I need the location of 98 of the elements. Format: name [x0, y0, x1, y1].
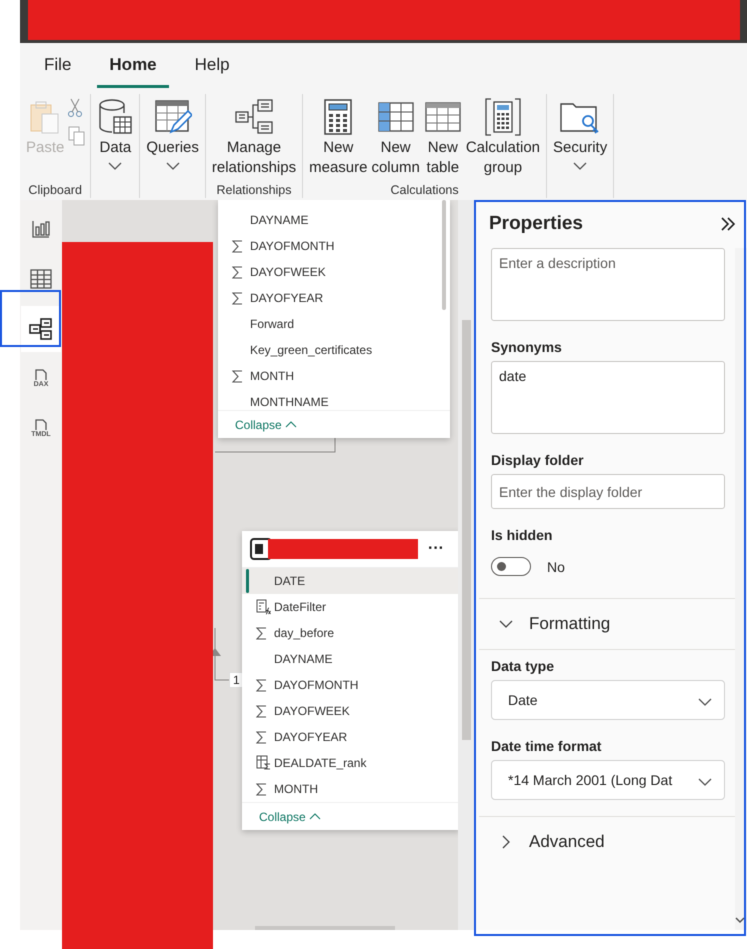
field-name: DAYOFWEEK [274, 704, 350, 718]
caret-icon [573, 162, 588, 170]
field-row[interactable]: Forward [218, 311, 450, 337]
calculator-function-icon [256, 599, 271, 615]
section-header[interactable]: Advanced [479, 817, 735, 867]
field-row[interactable]: MONTH [242, 776, 460, 802]
collapse-panel-icon[interactable] [721, 217, 735, 231]
group-label: Calculations [390, 183, 459, 198]
field-name: DAYNAME [250, 213, 308, 227]
scroll-down-icon[interactable] [735, 917, 745, 924]
collapse-link[interactable]: Collapse [235, 418, 297, 432]
group-label: Clipboard [28, 183, 82, 198]
table-icon [424, 100, 462, 134]
sigma-icon [256, 704, 267, 718]
field-row[interactable]: day_before [242, 620, 460, 646]
horizontal-scrollbar[interactable] [255, 926, 395, 930]
highlight-outline [0, 290, 61, 347]
field-name: DAYOFYEAR [250, 291, 324, 305]
field-name: DATE [274, 574, 306, 588]
ribbon-button[interactable]: New measure [307, 94, 370, 183]
ribbon-button[interactable]: New column [369, 94, 422, 183]
collapse-link[interactable]: Collapse [259, 810, 321, 824]
field-row[interactable]: MONTH [218, 363, 450, 389]
dropdown[interactable]: Date [491, 680, 725, 720]
ribbon-tab[interactable]: File [32, 47, 84, 88]
field-name: DAYNAME [274, 652, 332, 666]
ribbon-button[interactable]: Queries [144, 94, 201, 183]
chevron-up-icon [308, 813, 321, 820]
model-view-icon[interactable] [21, 306, 61, 352]
field-name: DAYOFWEEK [250, 265, 326, 279]
ribbon-button[interactable]: Manage relationships [210, 94, 298, 183]
ribbon-button[interactable]: Calculation group [464, 94, 542, 183]
field-row[interactable]: DEALDATE_rank [242, 750, 460, 776]
connected-boxes-icon [234, 98, 274, 136]
field-label: Data type [491, 658, 556, 674]
field-row[interactable]: DAYOFWEEK [218, 259, 450, 285]
field-row[interactable]: MONTHNAME [218, 389, 450, 410]
ribbon-tab[interactable]: Help [182, 47, 242, 88]
field-name: MONTHNAME [250, 395, 329, 409]
display-folder-field[interactable]: Enter the display folder [491, 474, 725, 509]
chevron-down-icon [698, 778, 712, 786]
field-row[interactable]: DAYOFYEAR [242, 724, 460, 750]
dropdown[interactable]: *14 March 2001 (Long Dat [491, 760, 725, 800]
field-name: Forward [250, 317, 294, 331]
toggle-switch[interactable] [491, 557, 531, 576]
field-name: DAYOFMONTH [274, 678, 358, 692]
field-row[interactable]: DAYNAME [242, 646, 460, 672]
chevron-up-icon [284, 421, 297, 428]
calculated-column-icon [256, 755, 271, 771]
field-name: DAYOFYEAR [274, 730, 348, 744]
sigma-icon [232, 240, 243, 252]
scissors-icon[interactable] [68, 98, 82, 118]
field-name: DEALDATE_rank [274, 756, 366, 770]
caret-icon [166, 162, 180, 170]
sigma-icon [256, 730, 267, 744]
calculator-icon [322, 98, 354, 136]
caret-icon [108, 162, 122, 170]
field-row[interactable]: Key_green_certificates [218, 337, 450, 363]
ribbon-button[interactable]: Data [95, 94, 136, 183]
field-label: Display folder [491, 452, 585, 468]
sigma-icon [232, 292, 243, 304]
field-name: DateFilter [274, 600, 326, 614]
sigma-icon [256, 782, 267, 796]
ribbon-button[interactable]: Security [551, 94, 610, 183]
field-name: DAYOFMONTH [250, 239, 334, 253]
field-row[interactable]: DAYOFWEEK [242, 698, 460, 724]
sigma-icon [232, 266, 243, 278]
table-column-icon [376, 100, 415, 134]
field-label: Synonyms [491, 339, 563, 355]
description-field[interactable]: Enter a description [491, 248, 725, 321]
field-row[interactable]: DAYOFMONTH [242, 672, 460, 698]
field-label: Is hidden [491, 527, 554, 543]
field-row[interactable]: DateFilter [242, 594, 460, 620]
bracketed-calculator-icon [484, 97, 522, 137]
field-row[interactable]: DAYOFYEAR [218, 285, 450, 311]
field-name: MONTH [250, 369, 294, 383]
sigma-icon [256, 678, 267, 692]
section-header[interactable]: Formatting [479, 599, 735, 649]
field-name: MONTH [274, 782, 318, 796]
database-table-icon [97, 98, 134, 136]
synonyms-field[interactable]: date [491, 361, 725, 434]
sigma-icon [256, 626, 267, 640]
vertical-scrollbar[interactable] [458, 200, 475, 930]
table-pencil-icon [154, 98, 192, 136]
toggle-label: No [547, 558, 565, 574]
ribbon-button[interactable]: New table [422, 94, 464, 183]
field-row[interactable]: DAYNAME [218, 207, 450, 233]
field-name: day_before [274, 626, 334, 640]
more-menu[interactable]: ··· [428, 540, 444, 558]
field-row[interactable]: DAYOFMONTH [218, 233, 450, 259]
field-label: Date time format [491, 738, 602, 754]
panel-title: Properties [489, 213, 583, 235]
sigma-icon [232, 370, 243, 382]
field-row[interactable]: DATE [242, 568, 460, 594]
group-label: Relationships [216, 183, 292, 198]
field-name: Key_green_certificates [250, 343, 372, 357]
chevron-down-icon [698, 698, 712, 706]
scrollbar-thumb[interactable] [442, 200, 446, 310]
